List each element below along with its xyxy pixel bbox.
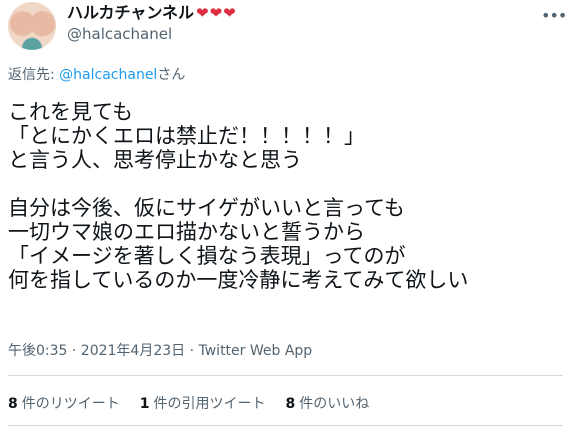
tweet-stats: 8 件のリツイート 1 件の引用ツイート 8 件のいいね [8,393,369,413]
tweet-timestamp-source[interactable]: 午後0:35 · 2021年4月23日 · Twitter Web App [8,340,312,360]
author-display-name[interactable]: ハルカチャンネル ❤❤❤ [67,3,237,23]
heart-icons: ❤❤❤ [196,4,237,22]
retweet-count-label: 件のリツイート [21,396,120,412]
reply-to-line: 返信先: @halcachanelさん [8,64,185,84]
tweet-text: これを見ても 「とにかくエロは禁止だ！！！！！」 と言う人、思考停止かなと思う … [8,100,469,292]
reply-to-prefix: 返信先: [8,67,60,83]
retweet-count-number: 8 [8,396,18,412]
author-handle[interactable]: @halcachanel [67,25,172,43]
like-count-number: 8 [285,396,296,412]
divider [8,375,563,376]
reply-to-suffix: さん [157,67,186,83]
divider [8,425,563,426]
quote-count-label: 件の引用ツイート [153,396,266,412]
reply-to-mention[interactable]: @halcachanel [59,67,157,83]
author-name-text[interactable]: ハルカチャンネル [67,3,194,22]
retweet-count[interactable]: 8 件のリツイート [8,393,120,413]
quote-tweet-count[interactable]: 1 件の引用ツイート [140,393,266,413]
like-count-label: 件のいいね [299,396,370,412]
like-count[interactable]: 8 件のいいね [286,393,370,413]
avatar[interactable] [8,2,56,50]
quote-count-number: 1 [139,396,150,412]
more-dots-icon[interactable]: ••• [541,6,567,26]
